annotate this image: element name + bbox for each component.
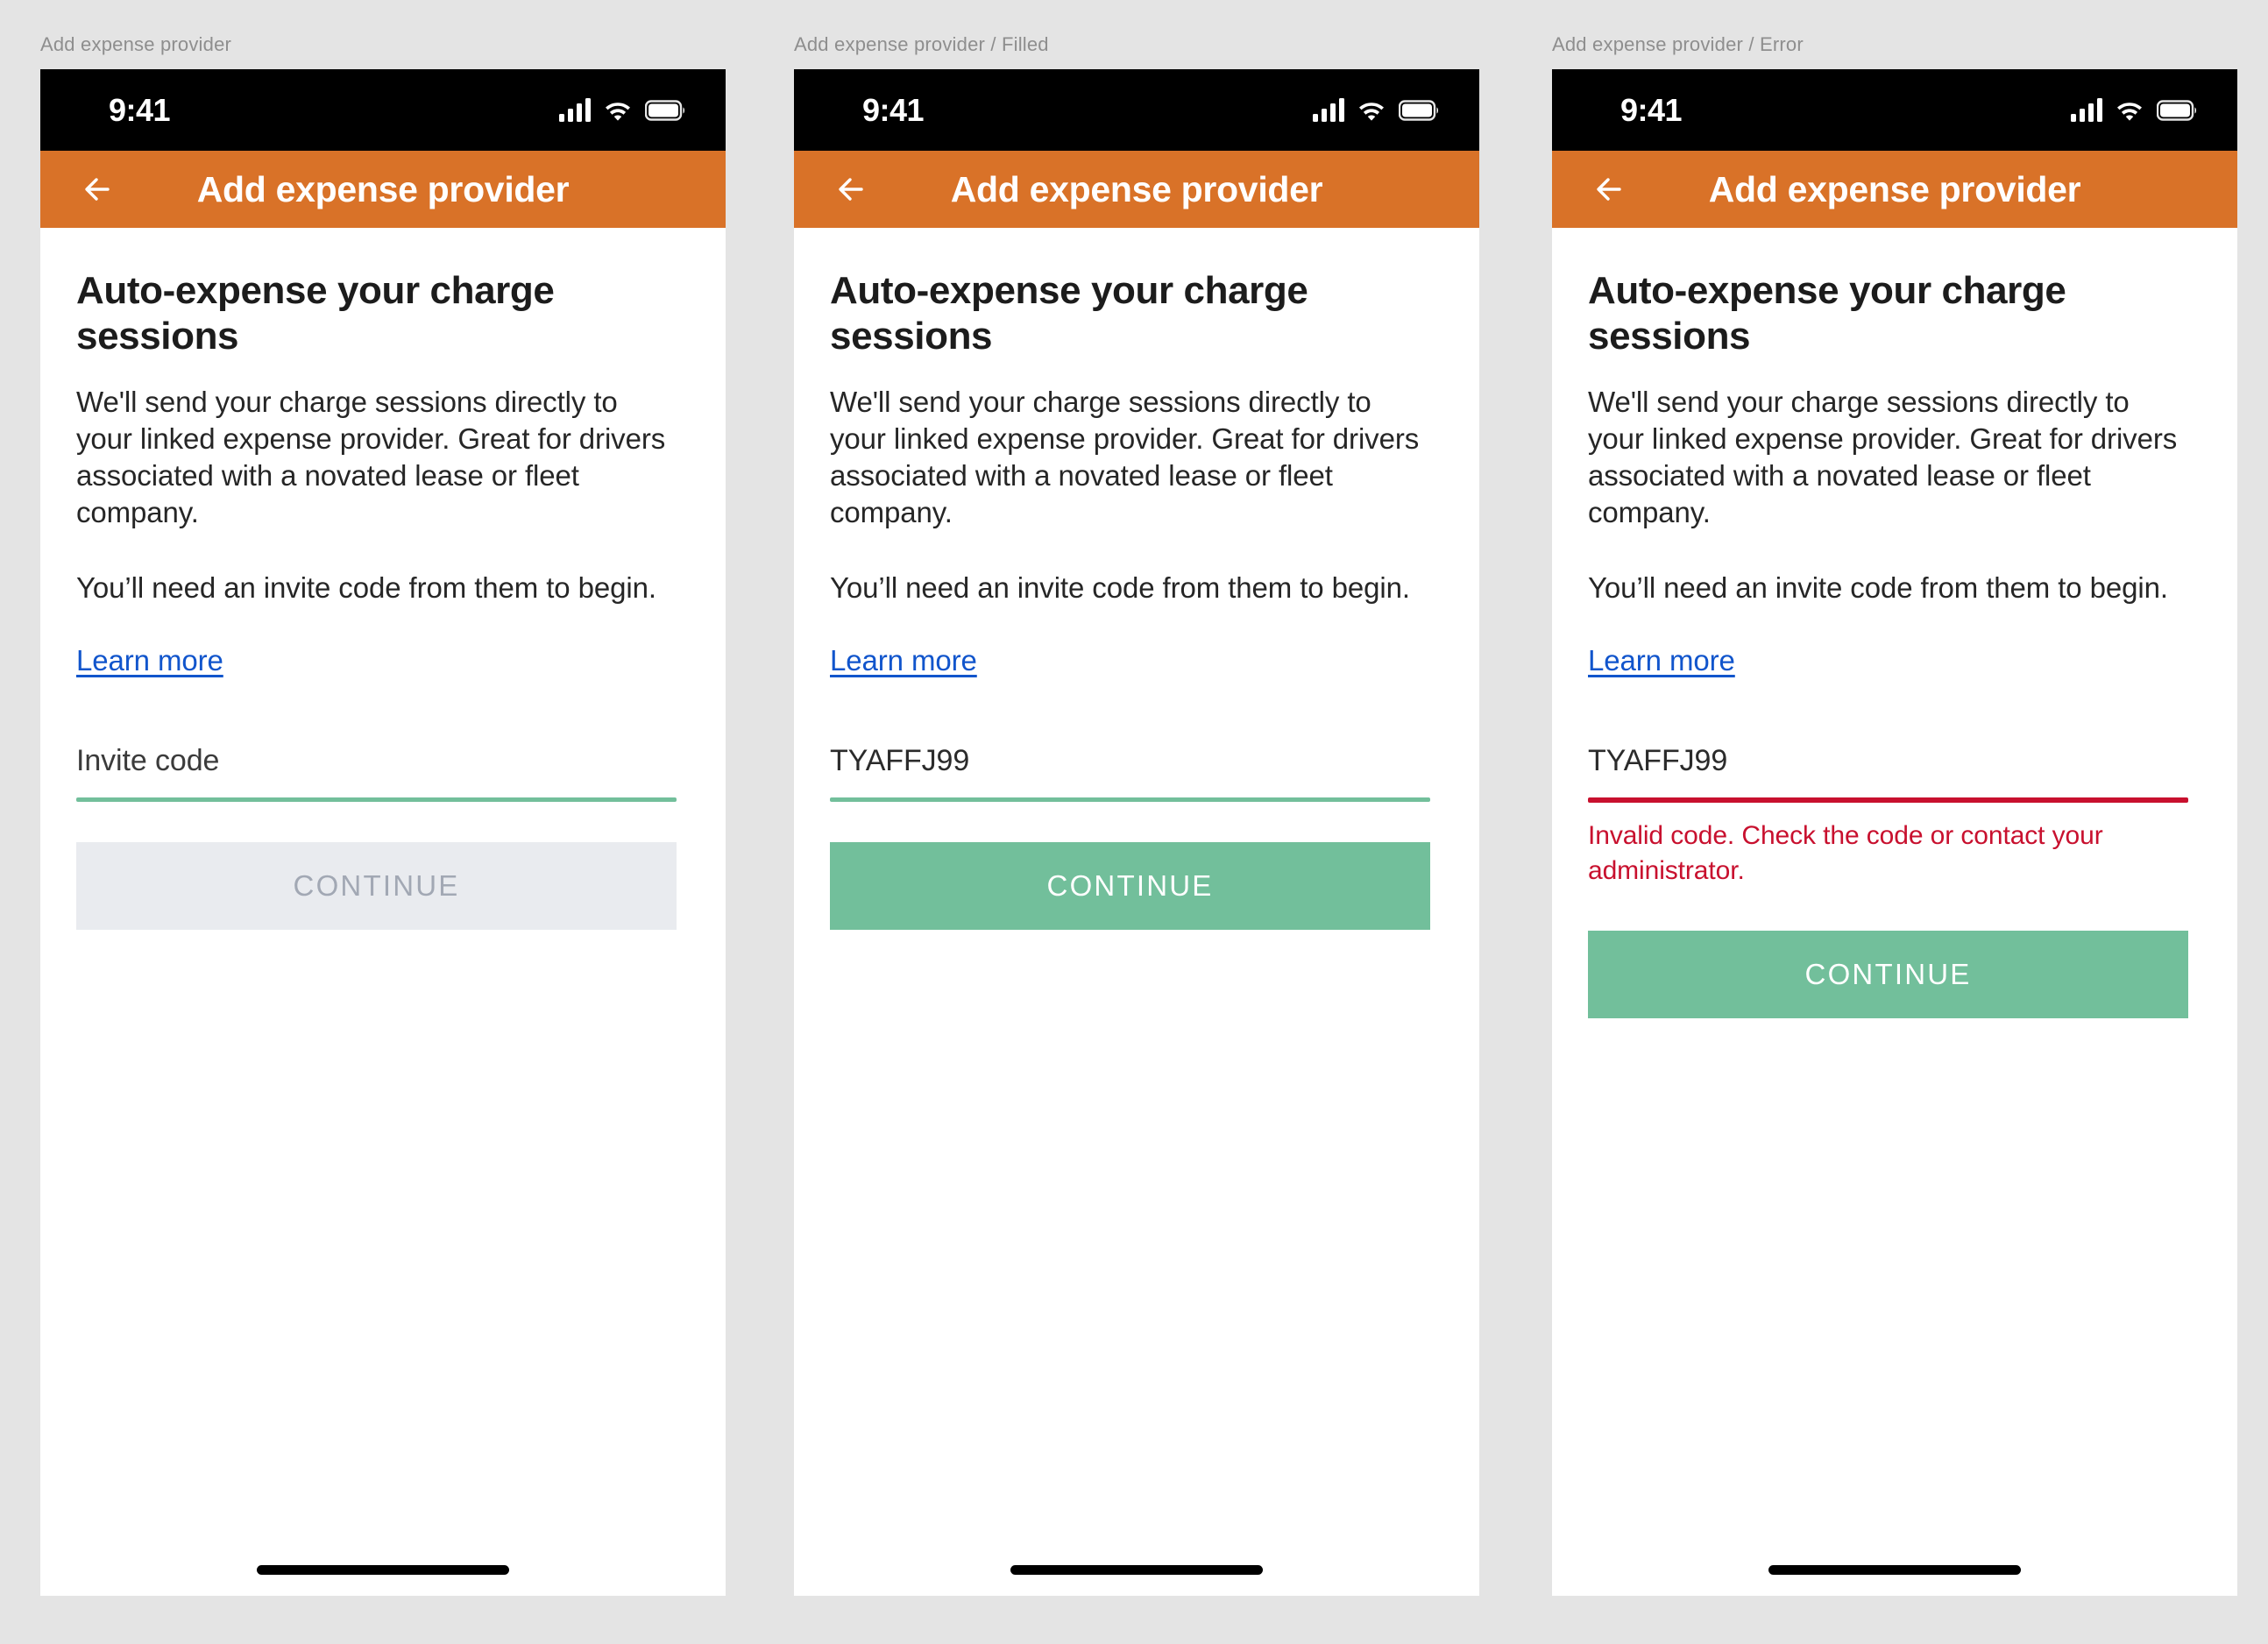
status-bar: 9:41 xyxy=(40,69,726,151)
status-bar-icons xyxy=(2071,97,2199,122)
field-underline xyxy=(76,797,677,802)
wifi-icon xyxy=(603,99,633,122)
battery-icon xyxy=(1399,99,1441,122)
invite-code-field[interactable]: TYAFFJ99 Invalid code. Check the code or… xyxy=(1588,741,2188,889)
back-arrow-icon[interactable] xyxy=(1585,166,1633,213)
learn-more-link[interactable]: Learn more xyxy=(830,643,977,678)
home-indicator xyxy=(1768,1565,2021,1575)
cellular-signal-icon xyxy=(1313,97,1344,122)
page-title: Auto-expense your charge sessions xyxy=(76,269,555,358)
screen-content: Auto-expense your charge sessions We'll … xyxy=(1552,228,2237,1018)
frame-caption: Add expense provider / Error xyxy=(1552,33,1804,55)
app-bar-title: Add expense provider xyxy=(196,168,570,209)
status-bar: 9:41 xyxy=(1552,69,2237,151)
status-bar-time: 9:41 xyxy=(862,91,925,128)
invite-code-field[interactable]: Invite code xyxy=(76,741,677,802)
battery-icon xyxy=(2157,99,2199,122)
invite-code-value: TYAFFJ99 xyxy=(1588,744,1728,777)
status-bar-icons xyxy=(1313,97,1441,122)
description-paragraph-2: You’ll need an invite code from them to … xyxy=(830,571,1410,604)
continue-button[interactable]: CONTINUE xyxy=(830,842,1430,930)
frame-group-error: Add expense provider / Error 9:41 Add ex… xyxy=(1552,33,2237,1596)
learn-more-link[interactable]: Learn more xyxy=(76,643,223,678)
status-bar-icons xyxy=(559,97,687,122)
phone-screen-filled: 9:41 Add expense provider Auto-expense y… xyxy=(794,69,1479,1596)
description-paragraph-1: We'll send your charge sessions directly… xyxy=(1588,386,2178,528)
phone-screen-default: 9:41 Add expense provider Auto-expense y… xyxy=(40,69,726,1596)
cellular-signal-icon xyxy=(2071,97,2102,122)
page-title: Auto-expense your charge sessions xyxy=(830,269,1308,358)
wifi-icon xyxy=(1357,99,1386,122)
battery-icon xyxy=(645,99,687,122)
description-paragraph-1: We'll send your charge sessions directly… xyxy=(830,386,1420,528)
phone-screen-error: 9:41 Add expense provider Auto-expense y… xyxy=(1552,69,2237,1596)
field-underline xyxy=(830,797,1430,802)
continue-button[interactable]: CONTINUE xyxy=(1588,931,2188,1018)
description-paragraph-2: You’ll need an invite code from them to … xyxy=(76,571,656,604)
screen-content: Auto-expense your charge sessions We'll … xyxy=(794,228,1479,930)
home-indicator xyxy=(257,1565,509,1575)
status-bar-time: 9:41 xyxy=(1620,91,1683,128)
app-bar: Add expense provider xyxy=(1552,151,2237,228)
description-paragraph-2: You’ll need an invite code from them to … xyxy=(1588,571,2168,604)
back-arrow-icon[interactable] xyxy=(827,166,875,213)
status-bar-time: 9:41 xyxy=(109,91,171,128)
learn-more-link[interactable]: Learn more xyxy=(1588,643,1735,678)
back-arrow-icon[interactable] xyxy=(74,166,121,213)
app-bar: Add expense provider xyxy=(794,151,1479,228)
invite-code-field[interactable]: TYAFFJ99 xyxy=(830,741,1430,802)
screen-content: Auto-expense your charge sessions We'll … xyxy=(40,228,726,930)
wifi-icon xyxy=(2115,99,2144,122)
invite-code-placeholder: Invite code xyxy=(76,744,220,777)
app-bar-title: Add expense provider xyxy=(950,168,1323,209)
status-bar: 9:41 xyxy=(794,69,1479,151)
field-underline xyxy=(1588,797,2188,803)
app-bar-title: Add expense provider xyxy=(1708,168,2081,209)
invite-code-value: TYAFFJ99 xyxy=(830,744,970,777)
home-indicator xyxy=(1010,1565,1263,1575)
continue-button[interactable]: CONTINUE xyxy=(76,842,677,930)
cellular-signal-icon xyxy=(559,97,591,122)
frame-group-filled: Add expense provider / Filled 9:41 Add e… xyxy=(794,33,1479,1596)
frame-caption: Add expense provider xyxy=(40,33,232,55)
page-title: Auto-expense your charge sessions xyxy=(1588,269,2066,358)
field-error-message: Invalid code. Check the code or contact … xyxy=(1588,821,2103,885)
screens-board: Add expense provider 9:41 Add expense pr… xyxy=(0,0,2268,1644)
app-bar: Add expense provider xyxy=(40,151,726,228)
frame-caption: Add expense provider / Filled xyxy=(794,33,1049,55)
description-paragraph-1: We'll send your charge sessions directly… xyxy=(76,386,666,528)
frame-group-default: Add expense provider 9:41 Add expense pr… xyxy=(40,33,726,1596)
